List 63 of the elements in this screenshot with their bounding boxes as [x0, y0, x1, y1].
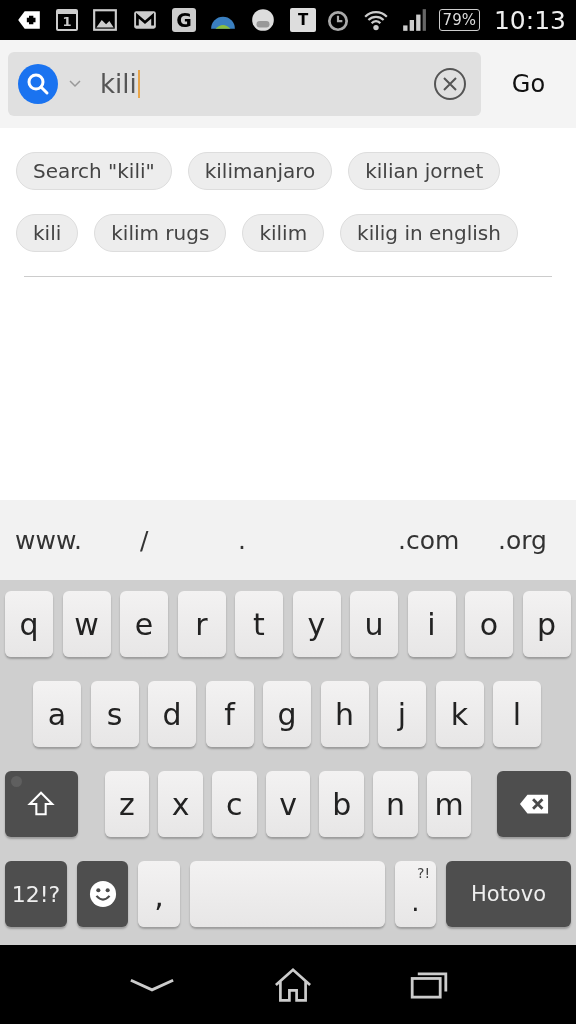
letter-key[interactable]: n: [373, 771, 418, 837]
clear-icon[interactable]: [433, 67, 467, 101]
signal-icon: [400, 7, 427, 33]
suggestion-chip[interactable]: kili: [16, 214, 79, 252]
letter-key[interactable]: o: [465, 591, 513, 657]
comma-key[interactable]: ,: [138, 861, 180, 927]
letter-key[interactable]: x: [158, 771, 203, 837]
letter-key[interactable]: w: [62, 591, 111, 657]
letter-key[interactable]: l: [493, 681, 541, 747]
letter-key[interactable]: q: [5, 591, 53, 657]
letter-key[interactable]: v: [265, 771, 311, 837]
suggestion-chip[interactable]: kilimanjaro: [187, 152, 333, 190]
letter-key[interactable]: d: [148, 681, 196, 747]
letter-key[interactable]: k: [435, 681, 484, 747]
letter-key[interactable]: u: [350, 591, 398, 657]
letter-key[interactable]: y: [292, 591, 341, 657]
recent-apps-icon[interactable]: [409, 970, 448, 999]
suggestion-chip[interactable]: kilian jornet: [348, 152, 501, 190]
backspace-key[interactable]: [497, 771, 571, 837]
shortcut-key[interactable]: .org: [498, 525, 547, 555]
clock-time: 10:13: [493, 5, 566, 35]
shift-arrow-icon: [26, 790, 57, 818]
symbols-key[interactable]: 12!?: [5, 861, 67, 927]
letter-key[interactable]: a: [33, 681, 81, 747]
letter-key[interactable]: f: [205, 681, 254, 747]
suggestion-chip[interactable]: kilim: [242, 214, 325, 252]
period-key[interactable]: ?! .: [395, 861, 436, 927]
calendar-icon: 1: [56, 9, 78, 31]
letter-key[interactable]: m: [426, 771, 472, 837]
battery-indicator: 79%: [438, 9, 480, 31]
emoji-key[interactable]: [77, 861, 128, 927]
suggestion-chip[interactable]: Search "kili": [16, 152, 172, 190]
search-field[interactable]: kili: [8, 52, 481, 116]
period-label: .: [411, 887, 420, 917]
key-hint: ?!: [416, 865, 430, 881]
letter-key[interactable]: i: [407, 591, 456, 657]
shortcut-key[interactable]: www.: [15, 525, 82, 555]
letter-key[interactable]: e: [120, 591, 168, 657]
letter-key[interactable]: z: [104, 771, 150, 837]
letter-key[interactable]: p: [522, 591, 571, 657]
go-button[interactable]: Go: [481, 70, 576, 98]
letter-key[interactable]: g: [263, 681, 311, 747]
face-icon: [250, 7, 276, 33]
suggestion-chip[interactable]: kilig in english: [340, 214, 518, 252]
letter-key[interactable]: r: [177, 591, 226, 657]
letter-key[interactable]: t: [235, 591, 283, 657]
letter-key[interactable]: b: [319, 771, 365, 837]
letter-key[interactable]: j: [378, 681, 426, 747]
done-key[interactable]: Hotovo: [446, 861, 571, 927]
home-icon[interactable]: [273, 966, 313, 1003]
letter-key[interactable]: s: [90, 681, 139, 747]
smiley-icon: [87, 880, 118, 908]
letter-key[interactable]: c: [212, 771, 257, 837]
image-icon: [92, 7, 118, 33]
shortcut-key[interactable]: .: [238, 525, 246, 555]
shift-key[interactable]: [5, 771, 78, 837]
letter-icon: G: [172, 8, 196, 32]
search-icon[interactable]: [18, 64, 58, 104]
suggestion-chip[interactable]: kilim rugs: [94, 214, 227, 252]
letter-key[interactable]: h: [320, 681, 369, 747]
shortcut-key[interactable]: /: [140, 525, 149, 555]
chat-icon: T: [290, 8, 316, 32]
shortcut-key[interactable]: .com: [398, 525, 460, 555]
